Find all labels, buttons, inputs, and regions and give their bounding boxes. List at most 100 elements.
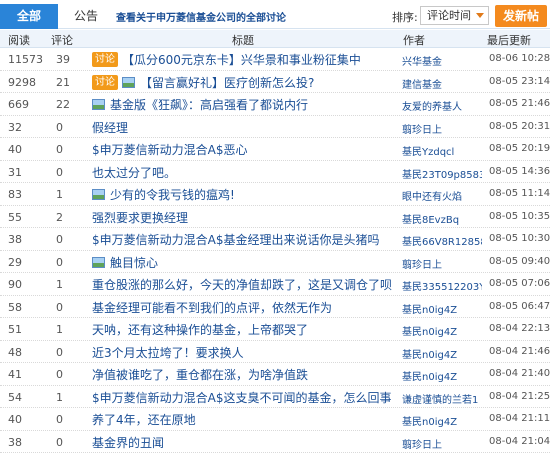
table-row: 831少有的令我亏钱的瘟鸡!眼中还有火焰08-05 11:14 — [0, 183, 550, 206]
post-title-link[interactable]: 假经理 — [92, 119, 128, 136]
read-count: 38 — [8, 436, 22, 449]
post-title-link[interactable]: $申万菱信新动力混合A$恶心 — [92, 141, 247, 158]
post-title-cell: 净值被谁吃了，重仓都在涨，为啥净值跌 — [92, 366, 308, 383]
comment-count: 0 — [56, 436, 63, 449]
read-count: 51 — [8, 323, 22, 336]
table-row: 552强烈要求更换经理基民8EvzBq08-05 10:35 — [0, 206, 550, 229]
author-link[interactable]: 基民n0ig4Z — [402, 368, 457, 383]
post-title-link[interactable]: 触目惊心 — [110, 254, 158, 271]
read-count: 54 — [8, 391, 22, 404]
post-title-link[interactable]: 净值被谁吃了，重仓都在涨，为啥净值跌 — [92, 366, 308, 383]
author-link[interactable]: 基民23T09p8583 — [402, 166, 482, 181]
column-header-read[interactable]: 阅读 — [8, 32, 30, 48]
last-updated: 08-05 10:35 — [489, 211, 550, 222]
read-count: 669 — [8, 98, 29, 111]
last-updated: 08-05 11:14 — [489, 188, 550, 199]
last-updated: 08-04 21:46 — [489, 346, 550, 357]
post-title-link[interactable]: 少有的令我亏钱的瘟鸡! — [110, 186, 235, 203]
comment-count: 1 — [56, 278, 63, 291]
column-header-author: 作者 — [403, 32, 425, 48]
comment-count: 0 — [56, 301, 63, 314]
post-title-link[interactable]: 【瓜分600元京东卡】兴华景和事业粉征集中 — [122, 51, 361, 68]
read-count: 9298 — [8, 76, 36, 89]
table-row: 400$申万菱信新动力混合A$恶心基民Yzdqcl08-05 20:19 — [0, 138, 550, 161]
last-updated: 08-04 21:25 — [489, 391, 550, 402]
table-row: 290触目惊心翦珍日上08-05 09:40 — [0, 251, 550, 274]
last-updated: 08-05 21:46 — [489, 98, 550, 109]
post-title-cell: 天呐，还有这种操作的基金，上帝都哭了 — [92, 321, 308, 338]
table-row: 66922基金版《狂飙》：高启强看了都说内行友爱的养基人08-05 21:46 — [0, 93, 550, 116]
post-title-link[interactable]: 基金版《狂飙》：高启强看了都说内行 — [110, 96, 308, 113]
last-updated: 08-06 10:28 — [489, 53, 550, 64]
author-link[interactable]: 基民n0ig4Z — [402, 346, 457, 361]
read-count: 31 — [8, 166, 22, 179]
author-link[interactable]: 基民335512203Y — [402, 278, 482, 293]
image-icon — [122, 77, 135, 88]
column-header-title: 标题 — [232, 32, 254, 48]
board-title-link[interactable]: 查看关于申万菱信基金公司的全部讨论 — [116, 9, 286, 24]
post-title-cell: 基金版《狂飙》：高启强看了都说内行 — [92, 96, 308, 113]
author-link[interactable]: 基民8EvzBq — [402, 211, 459, 226]
post-title-cell: 也太过分了吧。 — [92, 164, 176, 181]
comment-count: 0 — [56, 233, 63, 246]
column-header-updated[interactable]: 最后更新 — [487, 32, 531, 48]
post-title-link[interactable]: 【留言赢好礼】医疗创新怎么投? — [140, 74, 314, 91]
image-icon — [92, 99, 105, 110]
read-count: 55 — [8, 211, 22, 224]
post-title-link[interactable]: 基金经理可能看不到我们的点评，依然无作为 — [92, 299, 332, 316]
last-updated: 08-05 14:36 — [489, 166, 550, 177]
author-link[interactable]: 翦珍日上 — [402, 436, 442, 451]
read-count: 11573 — [8, 53, 43, 66]
table-row: 541$申万菱信新动力混合A$这支臭不可闻的基金，怎么回事谦虚谨慎的兰若108-… — [0, 386, 550, 409]
post-title-cell: 重仓股涨的那么好，今天的净值却跌了，这是又调仓了呗 — [92, 276, 392, 293]
author-link[interactable]: 基民Yzdqcl — [402, 143, 454, 158]
image-icon — [92, 189, 105, 200]
post-title-cell: 假经理 — [92, 119, 128, 136]
post-title-link[interactable]: 强烈要求更换经理 — [92, 209, 188, 226]
column-header-comment[interactable]: 评论 — [51, 32, 73, 48]
post-title-cell: 讨论 【留言赢好礼】医疗创新怎么投? — [92, 74, 314, 91]
post-title-cell: 基金界的丑闻 — [92, 434, 164, 451]
comment-count: 39 — [56, 53, 70, 66]
author-link[interactable]: 友爱的养基人 — [402, 98, 462, 113]
comment-count: 0 — [56, 121, 63, 134]
post-title-link[interactable]: 基金界的丑闻 — [92, 434, 164, 451]
author-link[interactable]: 谦虚谨慎的兰若1 — [402, 391, 478, 406]
post-title-link[interactable]: 养了4年，还在原地 — [92, 411, 196, 428]
table-row: 901重仓股涨的那么好，今天的净值却跌了，这是又调仓了呗基民335512203Y… — [0, 273, 550, 296]
discussion-tag[interactable]: 讨论 — [92, 52, 118, 67]
read-count: 40 — [8, 413, 22, 426]
author-link[interactable]: 兴华基金 — [402, 53, 442, 68]
post-title-link[interactable]: 重仓股涨的那么好，今天的净值却跌了，这是又调仓了呗 — [92, 276, 392, 293]
last-updated: 08-05 07:06 — [489, 278, 550, 289]
read-count: 29 — [8, 256, 22, 269]
new-post-button[interactable]: 发新帖 — [495, 5, 547, 27]
post-title-link[interactable]: 天呐，还有这种操作的基金，上帝都哭了 — [92, 321, 308, 338]
author-link[interactable]: 基民n0ig4Z — [402, 413, 457, 428]
tab-all[interactable]: 全部 — [0, 4, 58, 29]
discussion-tag[interactable]: 讨论 — [92, 75, 118, 90]
post-title-link[interactable]: $申万菱信新动力混合A$基金经理出来说话你是头猪吗 — [92, 231, 379, 248]
author-link[interactable]: 翦珍日上 — [402, 121, 442, 136]
table-row: 380$申万菱信新动力混合A$基金经理出来说话你是头猪吗基民66V8R12858… — [0, 228, 550, 251]
author-link[interactable]: 眼中还有火焰 — [402, 188, 462, 203]
author-link[interactable]: 翦珍日上 — [402, 256, 442, 271]
author-link[interactable]: 基民n0ig4Z — [402, 301, 457, 316]
post-title-link[interactable]: 也太过分了吧。 — [92, 164, 176, 181]
tab-notice[interactable]: 公告 — [66, 4, 106, 29]
comment-count: 0 — [56, 368, 63, 381]
post-title-link[interactable]: $申万菱信新动力混合A$这支臭不可闻的基金，怎么回事 — [92, 389, 391, 406]
post-title-link[interactable]: 近3个月太拉垮了！要求换人 — [92, 344, 244, 361]
table-row: 400养了4年，还在原地基民n0ig4Z08-04 21:11 — [0, 408, 550, 431]
author-link[interactable]: 基民66V8R12858 — [402, 233, 482, 248]
comment-count: 0 — [56, 166, 63, 179]
read-count: 32 — [8, 121, 22, 134]
last-updated: 08-05 20:31 — [489, 121, 550, 132]
sort-dropdown[interactable]: 评论时间 — [420, 6, 489, 25]
post-title-cell: 少有的令我亏钱的瘟鸡! — [92, 186, 235, 203]
post-title-cell: 近3个月太拉垮了！要求换人 — [92, 344, 244, 361]
comment-count: 1 — [56, 323, 63, 336]
author-link[interactable]: 建信基金 — [402, 76, 442, 91]
top-bar: 全部 公告 查看关于申万菱信基金公司的全部讨论 排序: 评论时间 发新帖 — [0, 0, 550, 29]
author-link[interactable]: 基民n0ig4Z — [402, 323, 457, 338]
